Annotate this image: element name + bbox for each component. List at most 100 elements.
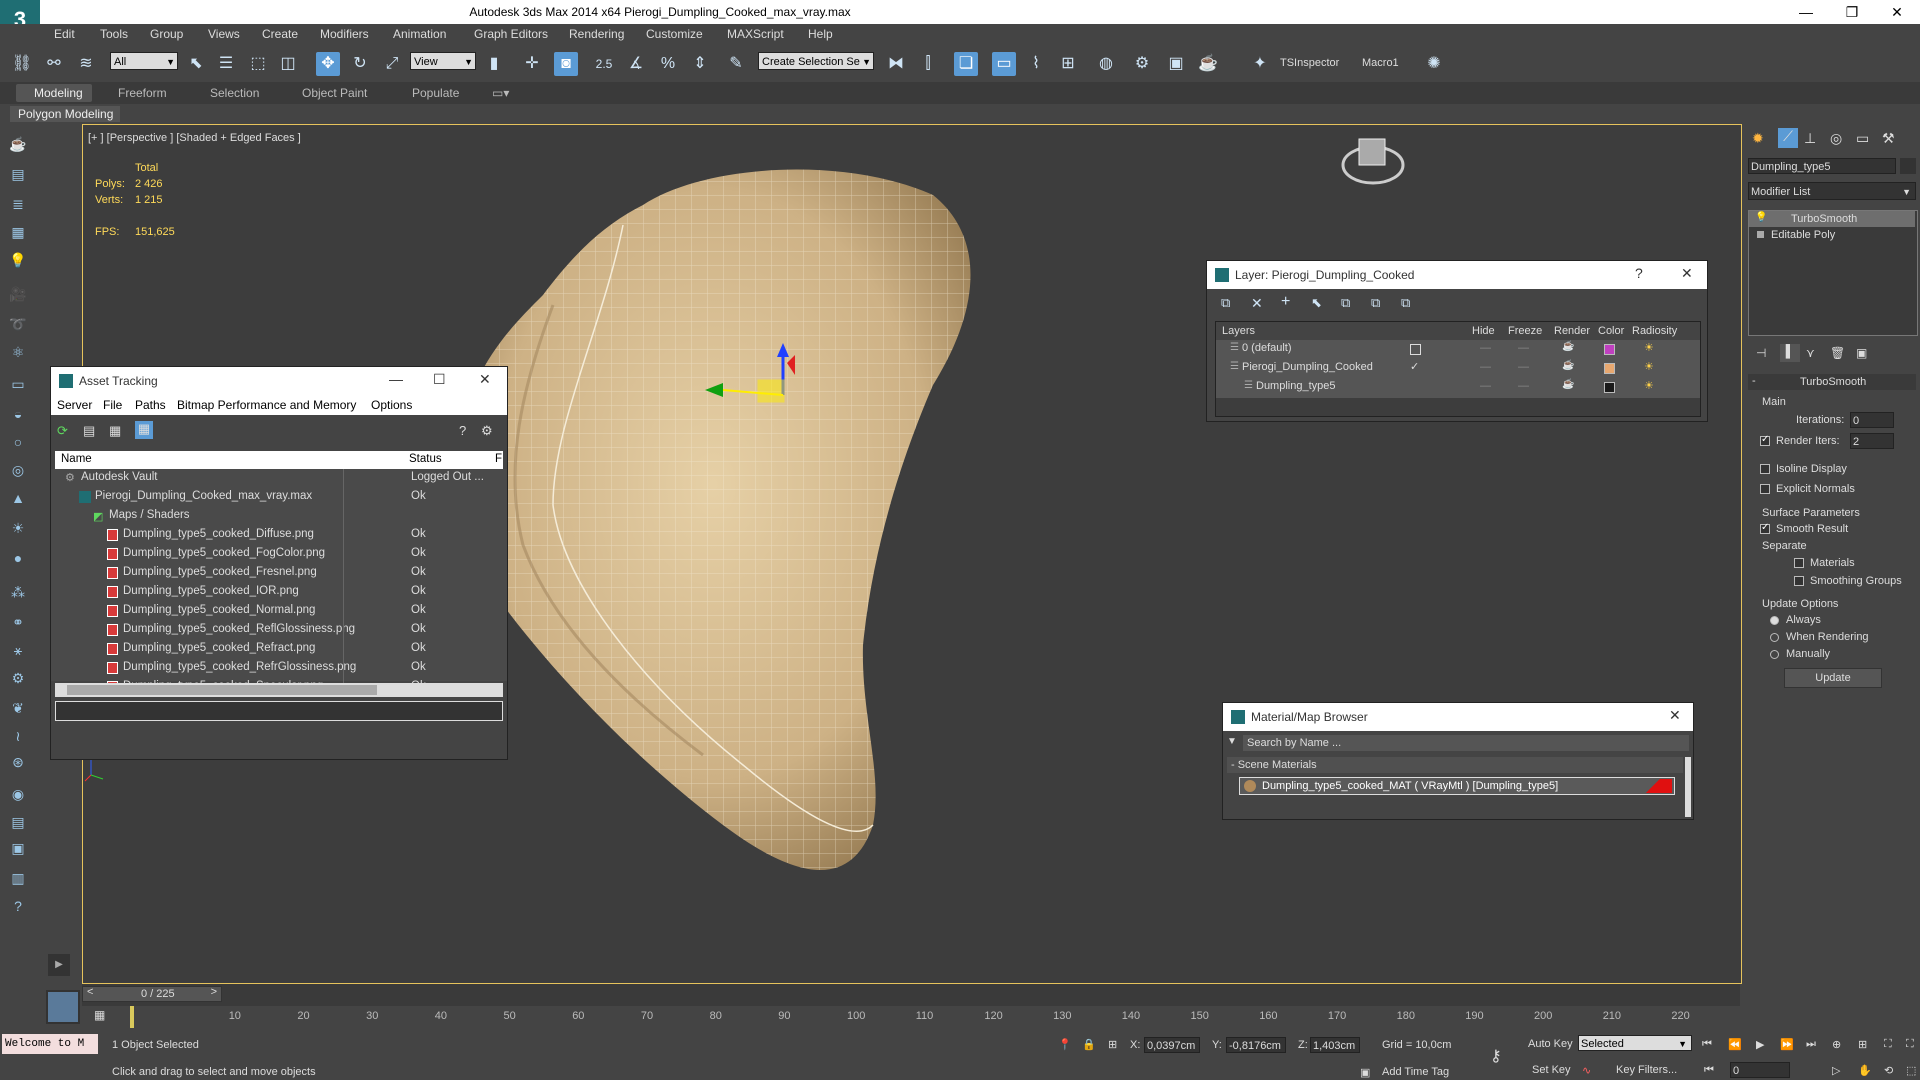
- configure-sets-icon[interactable]: ▣: [1856, 346, 1867, 360]
- zoom-all-icon[interactable]: ⊞: [1858, 1038, 1867, 1051]
- layer-color-swatch[interactable]: [1604, 382, 1615, 393]
- pin-stack-icon[interactable]: ⊣: [1756, 346, 1766, 360]
- play-icon[interactable]: ▶: [1756, 1038, 1764, 1051]
- robot-icon[interactable]: ⚛: [8, 342, 28, 362]
- close-icon[interactable]: ✕: [1681, 265, 1693, 282]
- z-coordinate-field[interactable]: 1,403cm: [1310, 1037, 1360, 1053]
- select-by-name-icon[interactable]: ☰: [214, 52, 238, 76]
- table-row[interactable]: ◩ Maps / Shaders: [57, 507, 513, 526]
- motion-tab-icon[interactable]: ◎: [1830, 130, 1842, 147]
- freeze-toggle[interactable]: —: [1518, 342, 1529, 354]
- tab-freeform[interactable]: Freeform: [118, 86, 167, 100]
- render-teapot-icon[interactable]: ☕: [1562, 360, 1574, 371]
- create-layer-icon[interactable]: ⧉: [1221, 295, 1230, 311]
- radiosity-icon[interactable]: ☀: [1644, 341, 1654, 354]
- gear-icon[interactable]: ⚙: [8, 668, 28, 688]
- extra-tool-icon[interactable]: ✺: [1422, 52, 1446, 76]
- help-button[interactable]: ?: [1635, 265, 1643, 281]
- menu-maxscript[interactable]: MAXScript: [727, 27, 784, 41]
- render-icon[interactable]: ▤: [8, 164, 28, 184]
- col-status[interactable]: Status: [409, 453, 442, 465]
- stack-item-turbosmooth[interactable]: 💡 TurboSmooth: [1749, 211, 1915, 227]
- polygon-modeling-tab[interactable]: Polygon Modeling: [10, 106, 120, 122]
- maxscript-listener-field[interactable]: Welcome to M: [2, 1034, 98, 1054]
- lightbulb-icon[interactable]: 💡: [1755, 212, 1767, 223]
- sphere-icon[interactable]: ○: [8, 432, 28, 452]
- table-row[interactable]: Dumpling_type5_cooked_FogColor.png Ok: [57, 545, 513, 564]
- teapot-icon[interactable]: ☕: [8, 134, 28, 154]
- cylinder-icon[interactable]: ◒: [8, 404, 28, 424]
- col-render[interactable]: Render: [1554, 325, 1590, 337]
- expand-arrow-icon[interactable]: ▶: [48, 954, 70, 976]
- layer-manager-titlebar[interactable]: Layer: Pierogi_Dumpling_Cooked ? ✕: [1207, 261, 1707, 289]
- browser-options-icon[interactable]: ▼: [1227, 736, 1237, 747]
- box-icon[interactable]: ▭: [8, 374, 28, 394]
- layer-color-swatch[interactable]: [1604, 363, 1615, 374]
- isoline-display-checkbox[interactable]: [1760, 464, 1770, 474]
- render-teapot-icon[interactable]: ☕: [1562, 379, 1574, 390]
- bolt-icon[interactable]: ➰: [8, 314, 28, 334]
- layer-row[interactable]: 0 (default) ☰ — — ☕ ☀: [1216, 340, 1690, 358]
- document-icon[interactable]: ▤: [8, 812, 28, 832]
- fov-icon[interactable]: ▷: [1832, 1064, 1840, 1077]
- manipulate-icon[interactable]: ✛: [520, 52, 544, 76]
- edit-named-selection-icon[interactable]: ✎: [724, 52, 748, 76]
- menu-group[interactable]: Group: [150, 27, 183, 41]
- tab-object-paint[interactable]: Object Paint: [302, 86, 367, 100]
- render-teapot-icon[interactable]: ☕: [1562, 341, 1574, 352]
- table-row[interactable]: Dumpling_type5_cooked_Refract.png Ok: [57, 640, 513, 659]
- tab-selection[interactable]: Selection: [210, 86, 259, 100]
- atom-icon[interactable]: ⚹: [8, 640, 28, 660]
- add-time-tag-button[interactable]: Add Time Tag: [1382, 1066, 1449, 1078]
- show-end-result-icon[interactable]: ▌: [1780, 344, 1800, 362]
- menu-help[interactable]: Help: [808, 27, 833, 41]
- col-extra[interactable]: F: [495, 453, 502, 465]
- cone-icon[interactable]: ▲: [8, 488, 28, 508]
- mini-listener-button[interactable]: [46, 990, 80, 1024]
- select-rotate-icon[interactable]: ↻: [348, 52, 372, 76]
- maximize-icon[interactable]: ☐: [433, 371, 446, 388]
- settings-icon[interactable]: ⚙: [481, 423, 493, 439]
- angle-snap-icon[interactable]: ∡: [624, 52, 648, 76]
- link-icon[interactable]: ⛓: [10, 52, 34, 76]
- menu-graph-editors[interactable]: Graph Editors: [474, 27, 548, 41]
- table-row[interactable]: Dumpling_type5_cooked_Diffuse.png Ok: [57, 526, 513, 545]
- grid-icon[interactable]: ▦: [8, 222, 28, 242]
- menu-customize[interactable]: Customize: [646, 27, 703, 41]
- time-tag-icon[interactable]: ▣: [1360, 1066, 1370, 1079]
- close-icon[interactable]: ✕: [479, 371, 491, 388]
- render-iters-spinner[interactable]: 2: [1850, 433, 1894, 449]
- disc-icon[interactable]: ●: [8, 548, 28, 568]
- go-to-end-icon[interactable]: ⏭: [1806, 1038, 1816, 1051]
- modify-tab-icon[interactable]: ⟋: [1778, 128, 1798, 148]
- layer-row[interactable]: Dumpling_type5 ☰ — — ☕ ☀: [1216, 378, 1690, 396]
- schematic-view-icon[interactable]: ⊞: [1056, 52, 1080, 76]
- asset-path-field[interactable]: [55, 701, 503, 721]
- table-row[interactable]: Dumpling_type5_cooked_ReflGlossiness.png…: [57, 621, 513, 640]
- camera-icon[interactable]: 🎥: [8, 284, 28, 304]
- orbit-icon[interactable]: ⟲: [1884, 1064, 1893, 1077]
- auto-key-button[interactable]: Auto Key: [1528, 1038, 1573, 1050]
- table-row[interactable]: Dumpling_type5_cooked_RefrGlossiness.png…: [57, 659, 513, 678]
- display-tab-icon[interactable]: ▭: [1856, 130, 1869, 147]
- tsinspector-icon[interactable]: ✦: [1248, 52, 1272, 76]
- mirror-icon[interactable]: ⧓: [884, 52, 908, 76]
- menu-create[interactable]: Create: [262, 27, 298, 41]
- grid-view-icon[interactable]: ▦: [109, 423, 121, 439]
- hide-toggle[interactable]: —: [1480, 380, 1491, 392]
- align-icon[interactable]: ⫿: [916, 52, 940, 76]
- radiosity-icon[interactable]: ☀: [1644, 379, 1654, 392]
- material-item[interactable]: Dumpling_type5_cooked_MAT ( VRayMtl ) [D…: [1239, 777, 1675, 795]
- select-object-icon[interactable]: ⬉: [184, 52, 208, 76]
- menu-rendering[interactable]: Rendering: [569, 27, 624, 41]
- remove-modifier-icon[interactable]: 🗑: [1830, 346, 1845, 360]
- at-menu-file[interactable]: File: [103, 398, 122, 412]
- particles-icon[interactable]: ⁂: [8, 582, 28, 602]
- create-tab-icon[interactable]: ✹: [1752, 130, 1764, 147]
- pivot-center-icon[interactable]: ▮: [482, 52, 506, 76]
- current-frame-field[interactable]: 0: [1730, 1062, 1790, 1078]
- absolute-mode-icon[interactable]: ⊞: [1108, 1038, 1117, 1051]
- track-view-icon[interactable]: ▦: [94, 1008, 105, 1022]
- ribbon-options-icon[interactable]: ▭▾: [492, 86, 509, 100]
- minimize-button[interactable]: —: [1783, 0, 1829, 24]
